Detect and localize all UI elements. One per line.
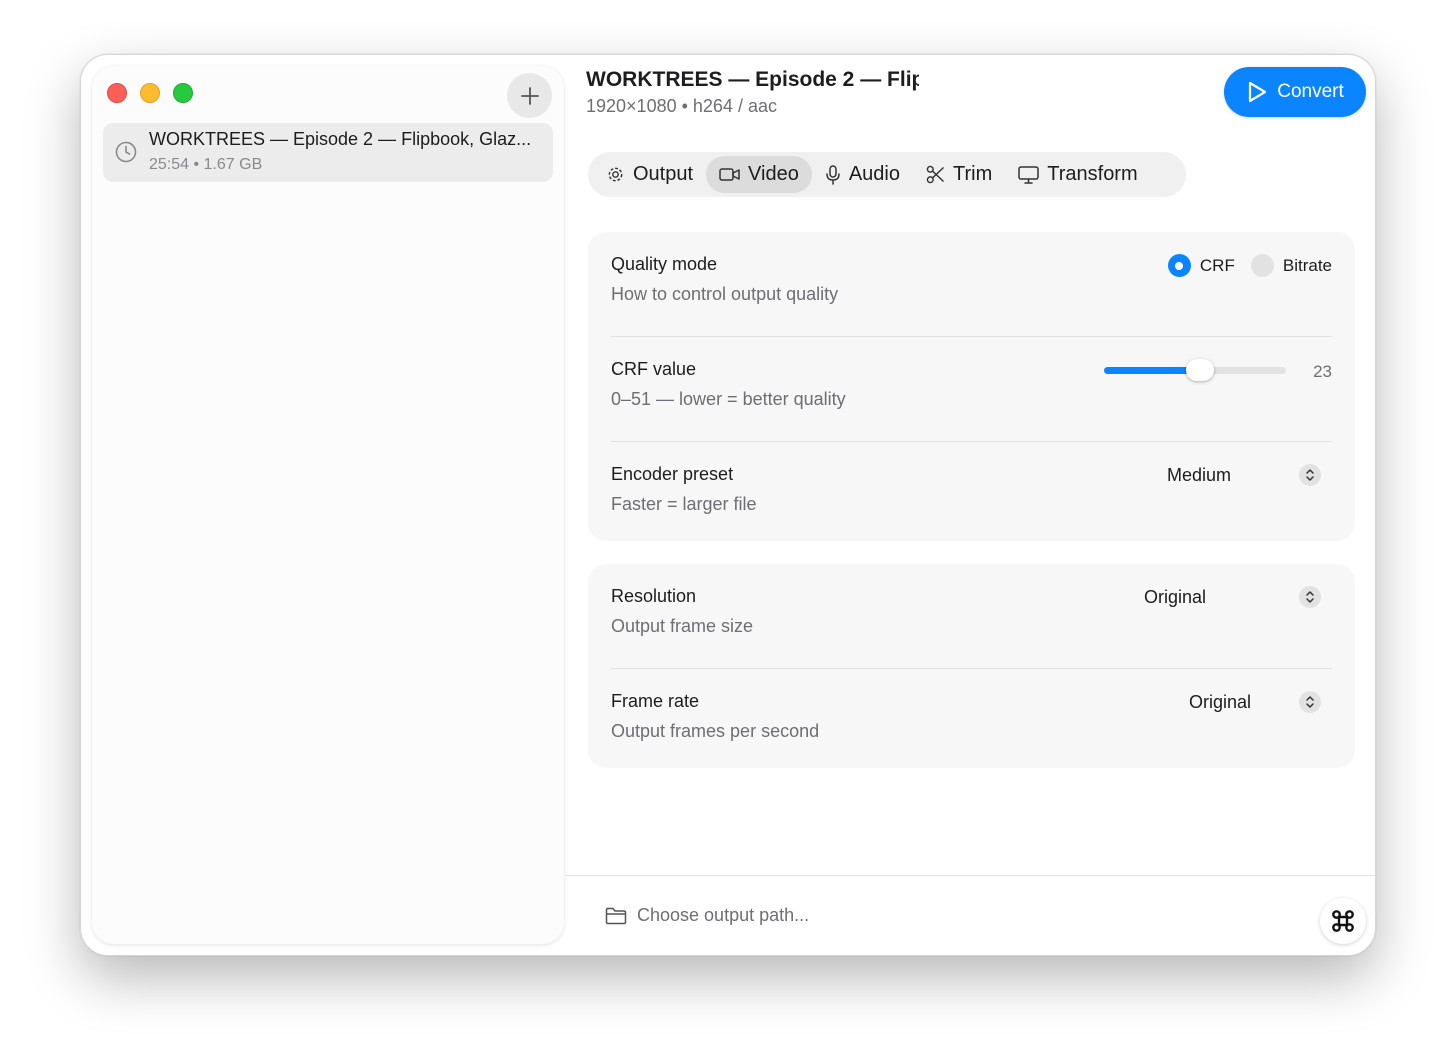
window-controls — [107, 83, 193, 103]
resolution-value: Original — [1143, 587, 1206, 607]
tab-video-label: Video — [748, 163, 799, 185]
footer-divider — [565, 875, 1375, 876]
close-window-button[interactable] — [107, 83, 127, 103]
tab-transform[interactable]: Transform — [1005, 156, 1150, 193]
crf-row: CRF value 0–51 — lower = better quality … — [611, 337, 1332, 442]
tab-output[interactable]: Output — [593, 156, 706, 193]
file-title: WORKTREES — Episode 2 — Flipbook, Glaz..… — [149, 129, 532, 149]
mic-icon — [826, 164, 840, 185]
output-path-placeholder: Choose output path... — [637, 905, 810, 925]
crf-label: CRF value — [611, 359, 697, 379]
scissors-icon — [926, 165, 944, 184]
video-icon — [719, 168, 740, 181]
gear-icon — [608, 167, 623, 182]
tab-transform-label: Transform — [1047, 163, 1138, 185]
resolution-desc: Output frame size — [611, 616, 754, 636]
chevron-up-down-icon — [1299, 464, 1321, 486]
quality-mode-radio-group: CRF Bitrate — [1167, 254, 1332, 277]
resolution-label: Resolution — [611, 586, 697, 606]
encoder-preset-desc: Faster = larger file — [611, 494, 757, 514]
quality-mode-row: Quality mode How to control output quali… — [611, 232, 1332, 337]
encoder-preset-row: Encoder preset Faster = larger file Medi… — [611, 442, 1332, 547]
frame-rate-label: Frame rate — [611, 691, 700, 711]
sidebar: WORKTREES — Episode 2 — Flipbook, Glaz..… — [92, 66, 564, 944]
media-info: 1920×1080 • h264 / aac — [586, 96, 777, 116]
convert-button[interactable]: Convert — [1224, 67, 1366, 117]
resolution-select[interactable]: Original — [972, 585, 1332, 611]
radio-crf-indicator — [1167, 254, 1191, 277]
crf-value: 23 — [1313, 362, 1332, 381]
chevron-up-down-icon — [1299, 586, 1321, 608]
file-list-item[interactable]: WORKTREES — Episode 2 — Flipbook, Glaz..… — [103, 123, 553, 182]
radio-bitrate[interactable]: Bitrate — [1250, 254, 1332, 277]
command-button[interactable] — [1320, 898, 1366, 944]
radio-bitrate-indicator — [1250, 254, 1274, 277]
frame-rate-desc: Output frames per second — [611, 721, 820, 741]
tab-output-label: Output — [633, 163, 694, 185]
minimize-window-button[interactable] — [140, 83, 160, 103]
crf-slider-thumb[interactable] — [1186, 359, 1215, 381]
plus-icon — [520, 86, 539, 105]
radio-crf-label: CRF — [1199, 255, 1235, 275]
encoder-preset-label: Encoder preset — [611, 464, 734, 484]
quality-mode-desc: How to control output quality — [611, 284, 839, 304]
resolution-row: Resolution Output frame size Original — [611, 564, 1332, 669]
tab-trim-label: Trim — [953, 163, 993, 185]
tab-video[interactable]: Video — [706, 156, 812, 193]
frame-rate-value: Original — [1188, 692, 1251, 712]
frame-rate-select[interactable]: Original — [972, 690, 1332, 716]
command-icon — [1332, 910, 1354, 932]
convert-button-label: Convert — [1277, 81, 1344, 102]
radio-crf[interactable]: CRF — [1167, 254, 1235, 277]
monitor-icon — [1018, 166, 1039, 184]
frame-settings-card: Resolution Output frame size Original Fr… — [588, 564, 1355, 768]
tab-audio-label: Audio — [848, 163, 900, 185]
quality-mode-label: Quality mode — [611, 254, 718, 274]
tab-bar: Output Video Audio Trim Transform — [588, 152, 1186, 197]
choose-output-path-button[interactable]: Choose output path... — [605, 905, 809, 926]
page-title: WORKTREES — Episode 2 — Flipbook, Glaz..… — [586, 68, 919, 91]
radio-bitrate-label: Bitrate — [1282, 255, 1332, 275]
zoom-window-button[interactable] — [173, 83, 193, 103]
tab-trim[interactable]: Trim — [913, 156, 1005, 193]
clock-icon — [115, 141, 137, 163]
tab-audio[interactable]: Audio — [812, 156, 913, 193]
encoder-preset-select[interactable]: Medium — [972, 463, 1332, 489]
frame-rate-row: Frame rate Output frames per second Orig… — [611, 669, 1332, 774]
play-icon — [1249, 81, 1267, 103]
add-file-button[interactable] — [507, 73, 552, 118]
encoder-preset-value: Medium — [1166, 465, 1231, 485]
crf-desc: 0–51 — lower = better quality — [611, 389, 846, 409]
chevron-up-down-icon — [1299, 691, 1321, 713]
app-window: WORKTREES — Episode 2 — Flipbook, Glaz..… — [80, 54, 1376, 956]
folder-icon — [605, 907, 627, 924]
crf-slider[interactable] — [1104, 359, 1286, 381]
file-meta: 25:54 • 1.67 GB — [149, 156, 263, 173]
encoding-settings-card: Quality mode How to control output quali… — [588, 232, 1355, 541]
